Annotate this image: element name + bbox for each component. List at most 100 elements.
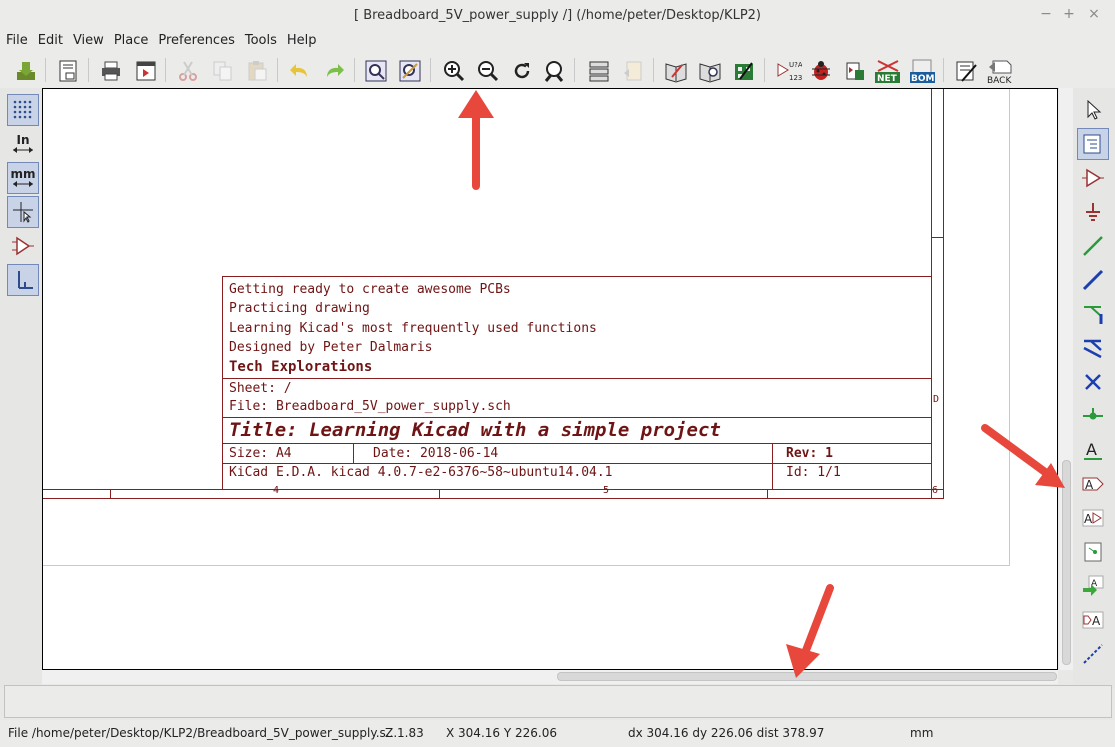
redraw-icon[interactable] [509,58,535,84]
menu-edit[interactable]: Edit [32,30,67,52]
cvpcb-icon[interactable] [842,58,868,84]
annotation-arrow-toolbar [981,424,1065,488]
tb-comment1: Getting ready to create awesome PCBs [229,282,511,297]
units-inch-button[interactable]: In [7,128,39,160]
right-toolbar: A A A A A [1073,88,1115,688]
place-power-icon[interactable] [1077,196,1109,228]
schematic-canvas[interactable]: 4 5 6 D Getting ready to create awesome … [42,88,1058,670]
library-browser-icon[interactable] [697,58,723,84]
bus-entry-icon[interactable] [1077,332,1109,364]
annotate-icon[interactable]: U?A 123 [776,58,802,84]
hierarchy-tool-icon[interactable] [1077,128,1109,160]
menu-place[interactable]: Place [108,30,153,52]
cut-icon[interactable] [175,58,201,84]
menu-bar: File Edit View Place Preferences Tools Help [0,30,1115,52]
window-title: [ Breadboard_5V_power_supply /] (/home/p… [353,8,762,23]
tb-title: Title: Learning Kicad with a simple proj… [229,419,721,441]
menu-file[interactable]: File [0,30,32,52]
paste-icon[interactable] [244,58,270,84]
menu-view[interactable]: View [67,30,108,52]
tb-comment4: Designed by Peter Dalmaris [229,340,433,355]
grid-toggle-icon[interactable] [7,94,39,126]
left-toolbar: In mm [0,88,42,688]
hier-label-icon[interactable]: A [1077,502,1109,534]
leave-sheet-icon[interactable] [620,58,646,84]
status-cursor-xy: X 304.16 Y 226.06 [446,726,557,740]
place-bus-icon[interactable] [1077,264,1109,296]
import-sheet-pin-icon[interactable]: A [1077,570,1109,602]
frame-col-5: 5 [603,485,610,496]
erc-icon[interactable] [808,58,834,84]
netlist-icon[interactable]: NET [874,58,900,84]
frame-col-6: 6 [932,485,939,496]
redo-icon[interactable] [322,58,348,84]
tb-size: Size: A4 [229,446,292,461]
find-replace-icon[interactable] [397,58,423,84]
wire-orientation-icon[interactable] [7,264,39,296]
place-wire-icon[interactable] [1077,230,1109,262]
inch-label: In [16,133,30,147]
menu-preferences[interactable]: Preferences [152,30,238,52]
hidden-pins-icon[interactable] [7,230,39,262]
no-connect-icon[interactable] [1077,366,1109,398]
tb-rev: Rev: 1 [786,446,833,461]
library-editor-icon[interactable] [663,58,689,84]
cursor-shape-icon[interactable] [7,196,39,228]
tb-comment2: Practicing drawing [229,301,370,316]
frame-col-4: 4 [273,485,280,496]
tb-date: Date: 2018-06-14 [373,446,499,461]
sheet-pin-icon[interactable]: A [1077,604,1109,636]
annotate-label: U?A [789,61,802,69]
tb-company: Tech Explorations [229,359,373,375]
place-component-icon[interactable] [1077,162,1109,194]
back-import-icon[interactable]: BACK [985,58,1015,85]
back-label: BACK [987,76,1012,85]
svg-text:A: A [1085,478,1094,492]
junction-icon[interactable] [1077,400,1109,432]
annotation-arrow-scrollbar [786,584,834,678]
menu-help[interactable]: Help [281,30,321,52]
undo-icon[interactable] [286,58,312,84]
wire-entry-icon[interactable] [1077,298,1109,330]
tb-file: File: Breadboard_5V_power_supply.sch [229,399,511,414]
graphic-line-icon[interactable] [1077,638,1109,670]
footprint-editor-icon[interactable] [731,58,757,84]
menu-tools[interactable]: Tools [239,30,281,52]
status-zoom: Z 1.83 [385,726,424,740]
tb-kicad: KiCad E.D.A. kicad 4.0.7-e2-6376~58~ubun… [229,465,613,480]
bom-icon[interactable]: BOM [909,58,935,84]
status-bar: File /home/peter/Desktop/KLP2/Breadboard… [0,720,1115,747]
maximize-button[interactable]: + [1060,5,1078,23]
hier-sheet-icon[interactable] [1077,536,1109,568]
svg-text:A: A [1086,440,1097,459]
find-icon[interactable] [363,58,389,84]
select-tool-icon[interactable] [1077,94,1109,126]
annotation-arrow-zoom [458,90,494,190]
svg-text:A: A [1092,614,1101,628]
message-panel [4,685,1112,718]
pcbnew-icon[interactable] [953,58,979,84]
zoom-out-icon[interactable] [475,58,501,84]
copy-icon[interactable] [210,58,236,84]
window-titlebar: [ Breadboard_5V_power_supply /] (/home/p… [0,0,1115,30]
status-file: File /home/peter/Desktop/KLP2/Breadboard… [8,726,398,740]
tb-sheet: Sheet: / [229,381,292,396]
zoom-fit-icon[interactable] [541,58,567,84]
zoom-in-icon[interactable] [441,58,467,84]
netlist-label: NET [877,74,898,84]
hierarchy-navigator-icon[interactable] [586,58,612,84]
minimize-button[interactable]: − [1037,5,1055,23]
plot-icon[interactable] [133,58,159,84]
page-settings-icon[interactable] [55,58,81,84]
tb-id: Id: 1/1 [786,465,841,480]
close-button[interactable]: × [1085,5,1103,23]
mm-label: mm [10,167,36,181]
net-label-icon[interactable]: A [1077,434,1109,466]
print-icon[interactable] [98,58,124,84]
save-icon[interactable] [13,58,39,84]
svg-text:A: A [1084,512,1093,526]
main-toolbar: U?A 123 NET BOM BACK [0,52,1115,89]
annotate-sub: 123 [789,74,802,82]
units-mm-button[interactable]: mm [7,162,39,194]
global-label-icon[interactable]: A [1077,468,1109,500]
